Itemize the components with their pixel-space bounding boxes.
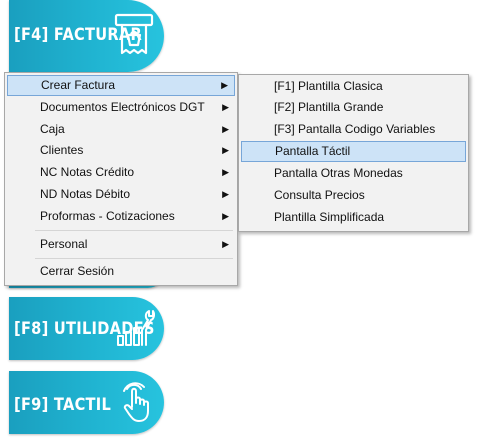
chevron-right-icon: ▶ bbox=[222, 145, 229, 155]
menu-item-proformas[interactable]: Proformas - Cotizaciones ▶ bbox=[7, 206, 235, 227]
utilidades-tile[interactable]: [F8] UTILIDADES bbox=[9, 297, 164, 360]
menu-item-nd-notas-debito[interactable]: ND Notas Débito ▶ bbox=[7, 184, 235, 205]
menu-item-caja[interactable]: Caja ▶ bbox=[7, 119, 235, 140]
submenu-item-label: Pantalla Otras Monedas bbox=[274, 166, 403, 180]
submenu-item-codigo-variables[interactable]: [F3] Pantalla Codigo Variables bbox=[241, 119, 466, 140]
cash-register-icon bbox=[114, 13, 154, 57]
touch-hand-icon bbox=[121, 379, 151, 423]
menu-item-personal[interactable]: Personal ▶ bbox=[7, 234, 235, 255]
facturar-tile[interactable]: [F4] FACTURAR bbox=[9, 0, 164, 72]
menu-item-label: Caja bbox=[40, 122, 65, 136]
menu-item-label: Cerrar Sesión bbox=[40, 264, 115, 278]
wrench-chart-icon bbox=[115, 308, 155, 348]
chevron-right-icon: ▶ bbox=[222, 124, 229, 134]
chevron-right-icon: ▶ bbox=[222, 239, 229, 249]
menu-item-crear-factura[interactable]: Crear Factura ▶ bbox=[7, 75, 235, 96]
chevron-right-icon: ▶ bbox=[222, 189, 229, 199]
menu-item-cerrar-sesion[interactable]: Cerrar Sesión bbox=[7, 261, 235, 282]
chevron-right-icon: ▶ bbox=[222, 211, 229, 221]
submenu-item-label: [F2] Plantilla Grande bbox=[274, 100, 384, 114]
submenu-item-plantilla-grande[interactable]: [F2] Plantilla Grande bbox=[241, 97, 466, 118]
menu-item-label: Clientes bbox=[40, 143, 84, 157]
chevron-right-icon: ▶ bbox=[221, 80, 228, 90]
menu-item-label: Documentos Electrónicos DGT bbox=[40, 100, 205, 114]
tactil-tile[interactable]: [F9] TACTIL bbox=[9, 371, 164, 434]
menu-item-documentos-electronicos[interactable]: Documentos Electrónicos DGT ▶ bbox=[7, 97, 235, 118]
menu-separator bbox=[35, 258, 233, 259]
submenu-item-label: Pantalla Táctil bbox=[275, 144, 351, 158]
menu-item-label: NC Notas Crédito bbox=[40, 165, 135, 179]
menu-item-nc-notas-credito[interactable]: NC Notas Crédito ▶ bbox=[7, 162, 235, 183]
menu-item-label: Crear Factura bbox=[41, 78, 116, 92]
menu-item-label: Proformas - Cotizaciones bbox=[40, 209, 175, 223]
submenu-item-label: Plantilla Simplificada bbox=[274, 210, 385, 224]
menu-separator bbox=[35, 230, 233, 231]
menu-item-label: Personal bbox=[40, 237, 88, 251]
main-menu: Crear Factura ▶ Documentos Electrónicos … bbox=[4, 72, 238, 286]
submenu-item-pantalla-tactil[interactable]: Pantalla Táctil bbox=[241, 141, 466, 162]
crear-factura-submenu: [F1] Plantilla Clasica [F2] Plantilla Gr… bbox=[238, 74, 469, 232]
submenu-item-plantilla-clasica[interactable]: [F1] Plantilla Clasica bbox=[241, 76, 466, 97]
chevron-right-icon: ▶ bbox=[222, 167, 229, 177]
tactil-label: [F9] TACTIL bbox=[14, 395, 112, 415]
submenu-item-label: [F1] Plantilla Clasica bbox=[274, 79, 383, 93]
submenu-item-consulta-precios[interactable]: Consulta Precios bbox=[241, 185, 466, 206]
menu-item-label: ND Notas Débito bbox=[40, 187, 131, 201]
menu-item-clientes[interactable]: Clientes ▶ bbox=[7, 140, 235, 161]
submenu-item-plantilla-simplificada[interactable]: Plantilla Simplificada bbox=[241, 207, 466, 228]
chevron-right-icon: ▶ bbox=[222, 102, 229, 112]
submenu-item-label: Consulta Precios bbox=[274, 188, 365, 202]
submenu-item-label: [F3] Pantalla Codigo Variables bbox=[274, 122, 436, 136]
submenu-item-otras-monedas[interactable]: Pantalla Otras Monedas bbox=[241, 163, 466, 184]
